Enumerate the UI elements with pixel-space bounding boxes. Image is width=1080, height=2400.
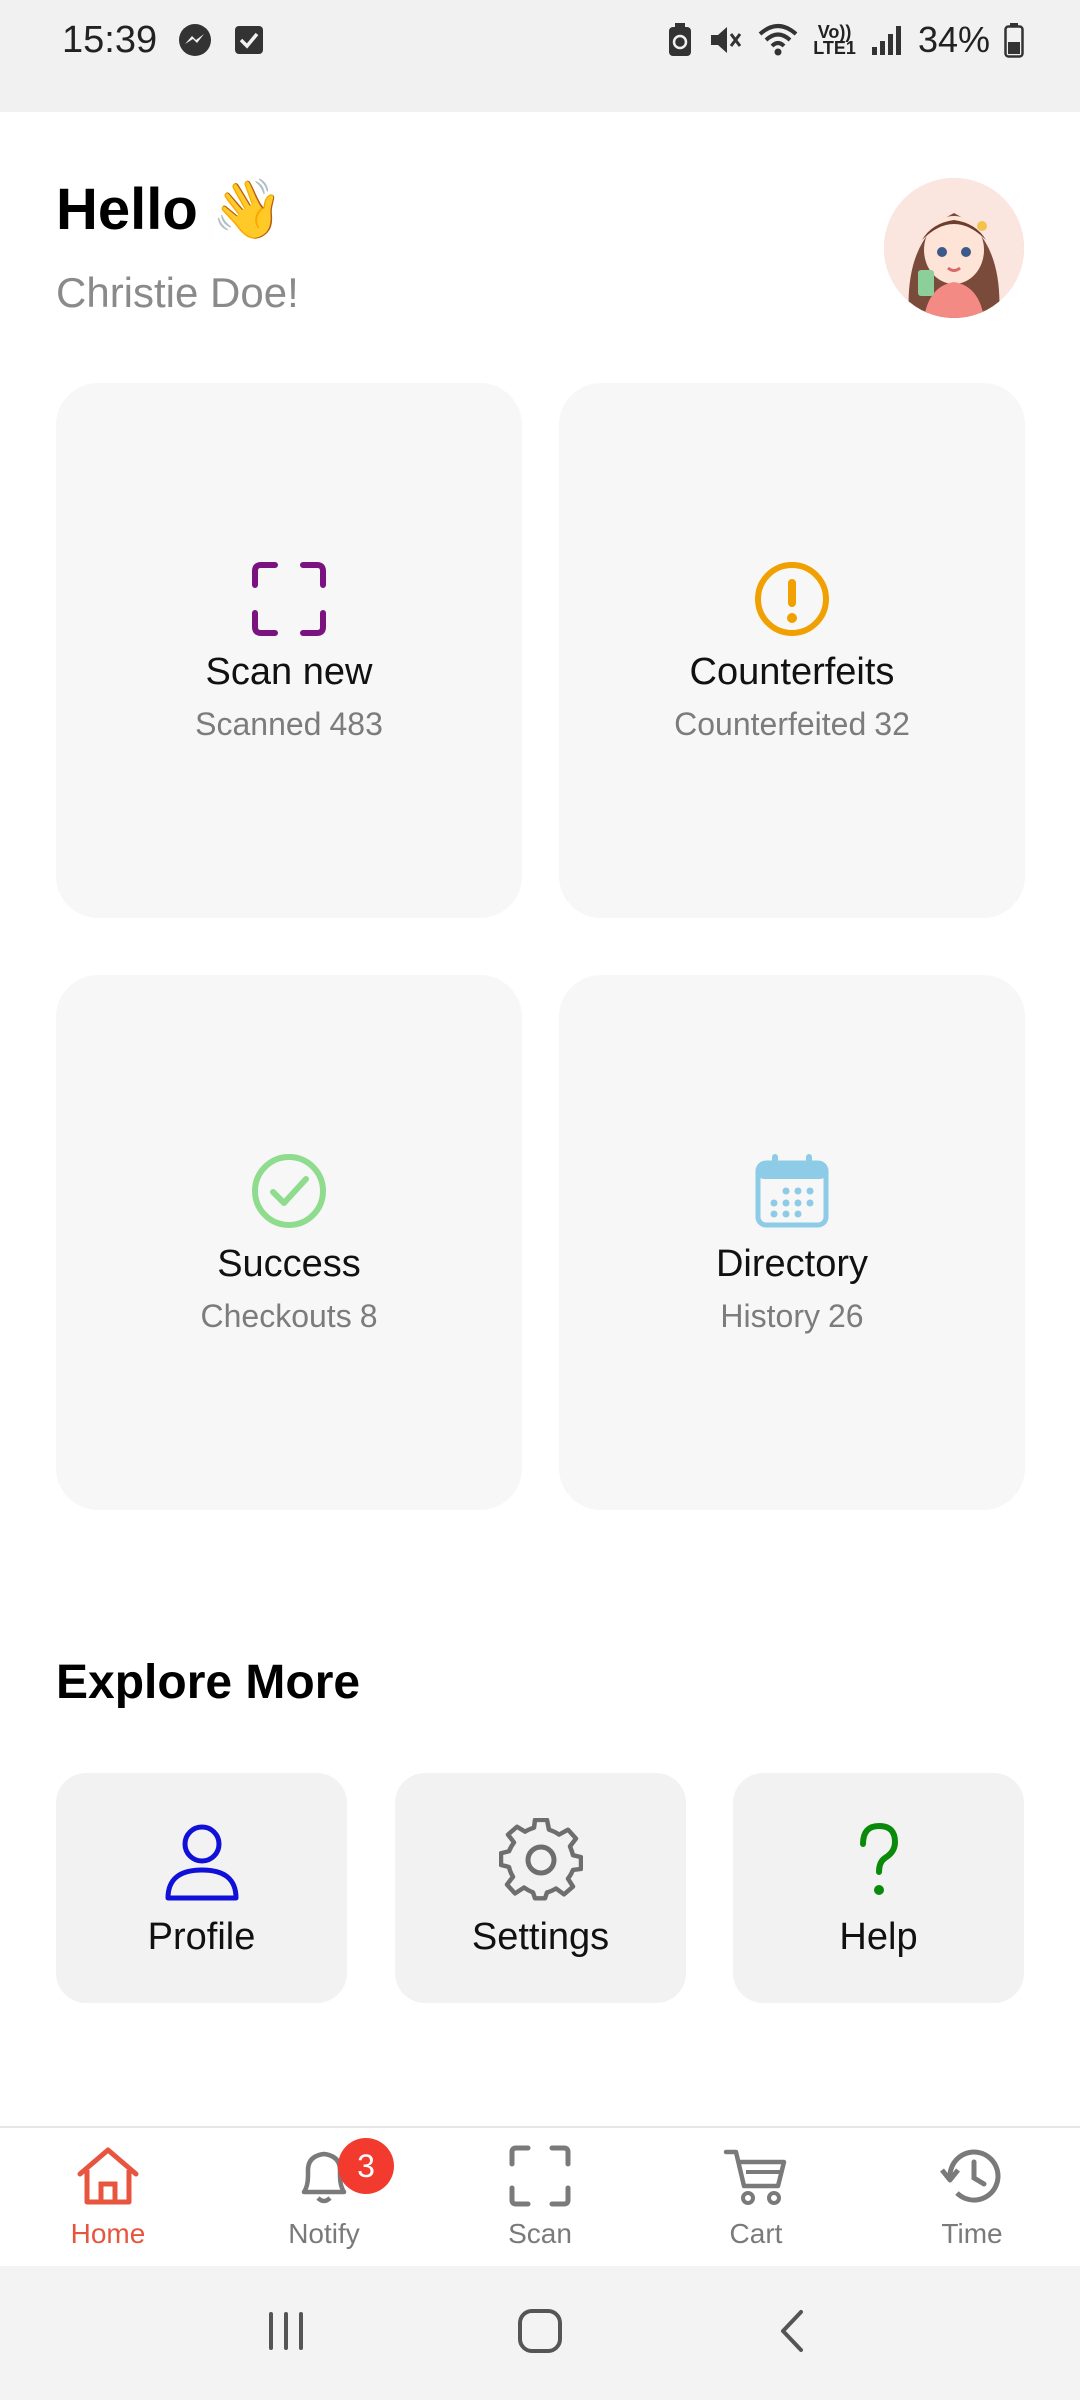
tile-subtitle: History 26	[720, 1297, 864, 1334]
back-icon[interactable]	[769, 2306, 819, 2361]
home-circle-icon[interactable]	[514, 2305, 566, 2362]
tile-title: Directory	[715, 1242, 869, 1285]
status-bar: 15:39 Vo)) LTE1 34%	[0, 0, 1080, 112]
tile-subtitle: Scanned 483	[195, 705, 383, 742]
tile-title: Scan new	[205, 650, 373, 693]
explore-label: Help	[839, 1915, 918, 1958]
tile-directory[interactable]: Directory History 26	[559, 975, 1025, 1510]
status-left: 15:39	[62, 18, 265, 62]
hello-text: Hello	[56, 177, 198, 242]
battery-saver-icon	[667, 22, 693, 58]
mute-icon	[707, 22, 743, 58]
bottom-nav: Home 3 Notify Scan Cart Time	[0, 2126, 1080, 2266]
avatar[interactable]	[884, 178, 1024, 318]
question-icon	[859, 1822, 898, 1895]
tile-title: Success	[217, 1242, 361, 1285]
nav-notify[interactable]: 3 Notify	[240, 2128, 408, 2266]
signal-icon	[870, 23, 904, 57]
history-icon	[940, 2149, 1001, 2203]
nav-label: Home	[70, 2218, 146, 2249]
system-nav-bar	[0, 2266, 1080, 2400]
battery-icon	[1004, 22, 1024, 58]
nav-scan[interactable]: Scan	[456, 2128, 624, 2266]
user-icon	[165, 1824, 238, 1900]
gear-icon	[498, 1817, 583, 1901]
tile-scan-new[interactable]: Scan new Scanned 483	[56, 383, 522, 918]
scan-frame-icon	[252, 561, 326, 636]
user-name: Christie Doe!	[56, 269, 299, 316]
tile-count: 8	[359, 1297, 378, 1334]
tile-subtitle: Counterfeited 32	[674, 705, 910, 742]
notification-badge: 3	[338, 2138, 394, 2194]
explore-help-button[interactable]: Help	[733, 1773, 1024, 2003]
explore-more-title: Explore More	[56, 1656, 361, 1709]
nav-label: Notify	[288, 2218, 360, 2249]
volte-indicator: Vo)) LTE1	[813, 22, 856, 58]
nav-label: Time	[941, 2218, 1003, 2249]
messenger-icon	[177, 22, 213, 58]
status-right: Vo)) LTE1 34%	[667, 18, 1024, 62]
tile-title: Counterfeits	[689, 650, 895, 693]
explore-label: Settings	[471, 1915, 610, 1958]
explore-profile-button[interactable]: Profile	[56, 1773, 347, 2003]
avatar-illustration	[884, 178, 1024, 318]
scan-frame-icon	[509, 2145, 571, 2207]
check-circle-icon	[252, 1153, 326, 1228]
nav-label: Cart	[729, 2218, 783, 2249]
wifi-icon	[757, 22, 799, 58]
tile-count: 483	[329, 705, 383, 742]
tile-success[interactable]: Success Checkouts 8	[56, 975, 522, 1510]
clock: 15:39	[62, 18, 158, 61]
home-icon	[77, 2147, 139, 2205]
explore-settings-button[interactable]: Settings	[395, 1773, 686, 2003]
tile-count: 26	[827, 1297, 864, 1334]
tile-subtitle: Checkouts 8	[200, 1297, 378, 1334]
cart-icon	[723, 2149, 787, 2205]
waving-hand-icon: 👋	[211, 176, 285, 242]
nav-time[interactable]: Time	[888, 2128, 1056, 2266]
hello-row: Hello 👋	[56, 176, 299, 243]
tile-counterfeits[interactable]: Counterfeits Counterfeited 32	[559, 383, 1025, 918]
checkbox-icon	[233, 24, 265, 56]
nav-cart[interactable]: Cart	[672, 2128, 840, 2266]
greeting: Hello 👋 Christie Doe!	[56, 176, 299, 317]
calendar-icon	[755, 1153, 829, 1227]
recents-icon[interactable]	[261, 2306, 311, 2361]
tile-count: 32	[874, 705, 910, 742]
alert-circle-icon	[755, 561, 829, 636]
nav-home[interactable]: Home	[24, 2128, 192, 2266]
nav-label: Scan	[508, 2218, 572, 2249]
explore-label: Profile	[147, 1915, 256, 1958]
battery-percent: 34%	[917, 19, 990, 60]
